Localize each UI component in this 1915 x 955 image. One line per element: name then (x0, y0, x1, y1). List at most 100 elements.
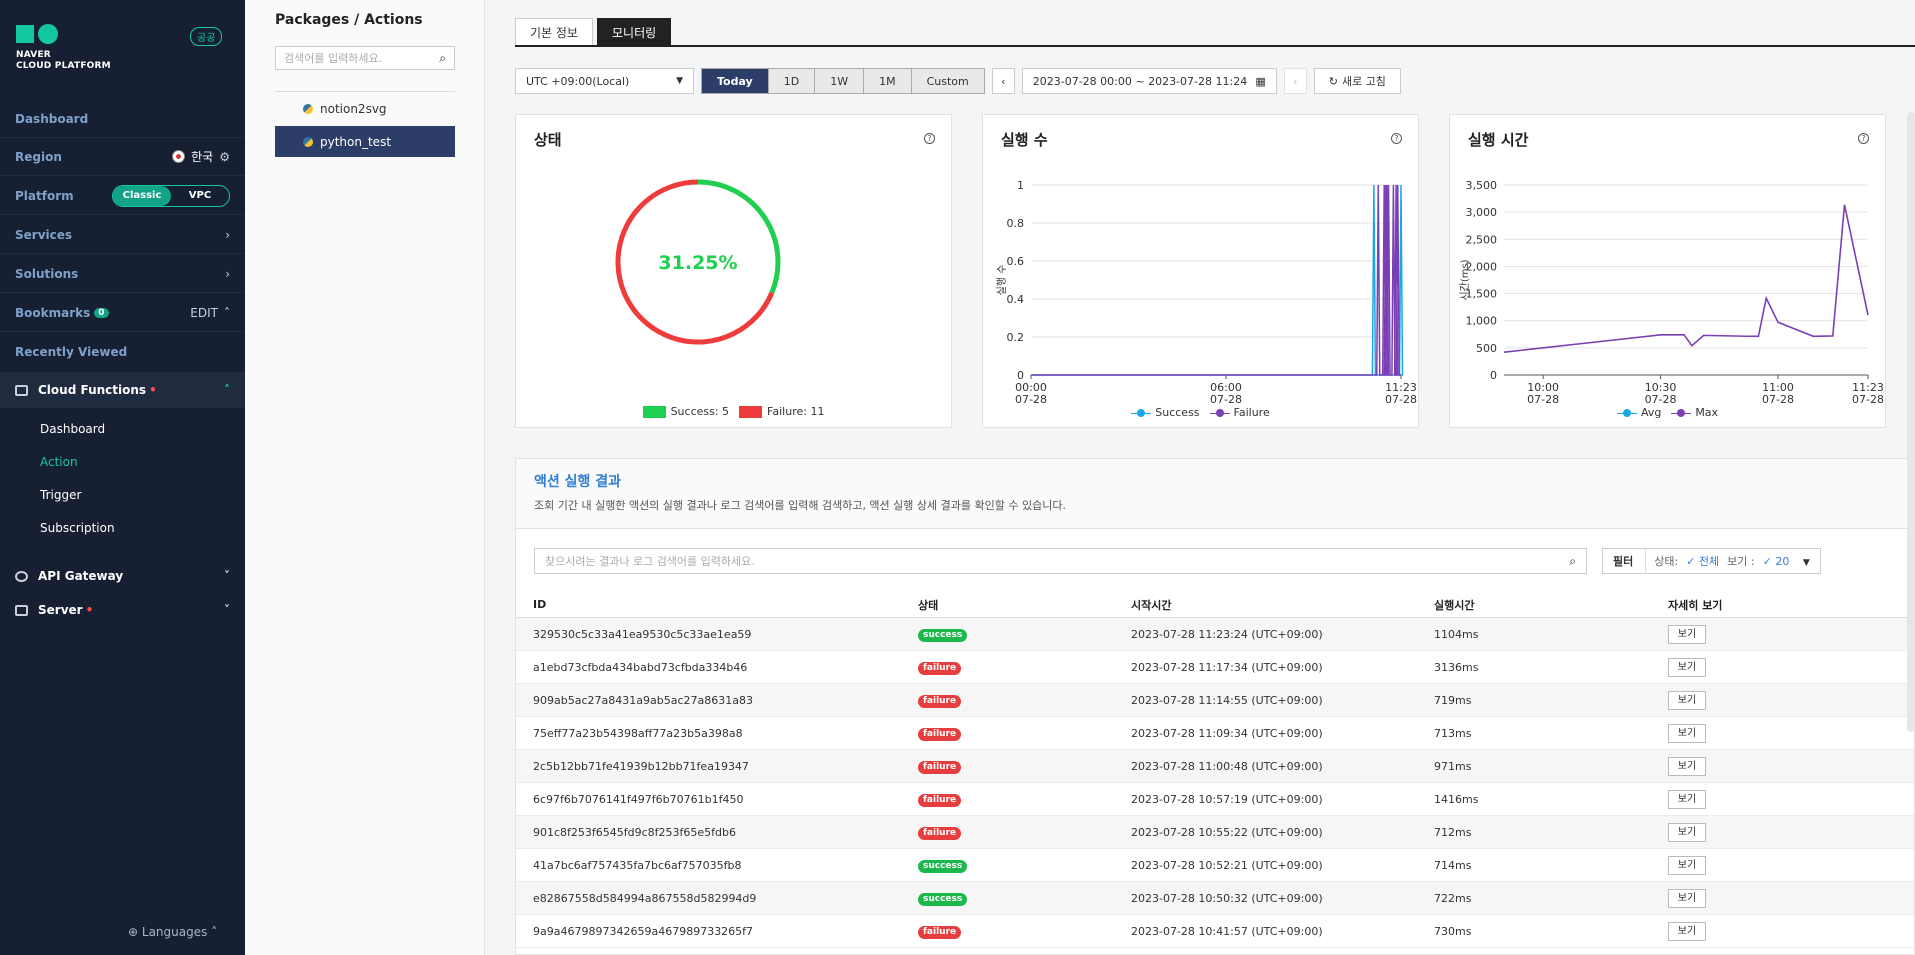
view-detail-button[interactable]: 보기 (1668, 789, 1706, 809)
y-tick-label: 500 (1476, 342, 1497, 355)
nav-bookmarks[interactable]: Bookmarks 0 EDIT ˄ (0, 294, 245, 332)
row-start-time: 2023-07-28 10:55:22 (UTC+09:00) (1131, 825, 1323, 839)
status-filter-label: 상태: (1654, 555, 1679, 568)
y-axis-label: 시간(ms) (1459, 259, 1471, 300)
view-detail-button[interactable]: 보기 (1668, 921, 1706, 941)
table-row[interactable]: 909ab5ac27a8431a9ab5ac27a8631a83 failure 2… (516, 684, 1914, 717)
server-icon (15, 604, 28, 616)
bookmarks-edit[interactable]: EDIT (190, 306, 218, 320)
tab-basic-info[interactable]: 기본 정보 (515, 18, 593, 45)
view-detail-button[interactable]: 보기 (1668, 690, 1706, 710)
nav-services[interactable]: Services › (0, 216, 245, 254)
languages-button[interactable]: ⊕ Languages ˄ (128, 925, 217, 939)
cloud-functions-label: Cloud Functions (38, 383, 147, 397)
legend-max-label: Max (1695, 406, 1719, 419)
view-count-label: 보기 : (1727, 555, 1755, 568)
refresh-button[interactable]: ↻ 새로 고침 (1313, 68, 1401, 94)
table-row[interactable]: 329530c5c33a41ea9530c5c33ae1ea59 success 2… (516, 618, 1914, 651)
recently-viewed-label: Recently Viewed (15, 345, 128, 359)
nav-recently-viewed[interactable]: Recently Viewed (0, 333, 245, 371)
col-status: 상태 (918, 598, 939, 612)
status-filter-select[interactable]: ✓ 전체 (1686, 553, 1719, 569)
view-detail-button[interactable]: 보기 (1668, 888, 1706, 908)
timezone-select[interactable]: UTC +09:00(Local) ▼ (515, 68, 694, 94)
y-tick-label: 1,000 (1466, 315, 1498, 328)
nav-dashboard-label: Dashboard (15, 111, 89, 126)
date-range-field[interactable]: 2023-07-28 00:00 ~ 2023-07-28 11:24 ▦ (1021, 68, 1277, 94)
results-panel: 액션 실행 결과 조회 기간 내 실행한 액션의 실행 결과나 로그 검색어를 … (515, 458, 1915, 955)
platform-classic[interactable]: Classic (113, 185, 171, 206)
filter-group: 필터 상태: ✓ 전체 보기 : ✓ 20 ▼ (1602, 548, 1821, 574)
table-row[interactable]: a1ebd73cfbda434babd73cfbda334b46 failure 2… (516, 651, 1914, 684)
view-detail-button[interactable]: 보기 (1668, 822, 1706, 842)
table-row[interactable]: 901c8f253f6545fd9c8f253f65e5fdb6 failure 2… (516, 816, 1914, 849)
results-header: 액션 실행 결과 조회 기간 내 실행한 액션의 실행 결과나 로그 검색어를 … (516, 459, 1914, 529)
table-row[interactable]: 6c97f6b7076141f497f6b70761b1f450 failure 2… (516, 783, 1914, 816)
view-detail-button[interactable]: 보기 (1668, 657, 1706, 677)
nav-cloud-functions[interactable]: Cloud Functions • ˄ (0, 372, 245, 408)
search-icon[interactable]: ⌕ (439, 51, 446, 66)
nav-server[interactable]: Server • ˅ (0, 593, 245, 627)
view-detail-button[interactable]: 보기 (1668, 855, 1706, 875)
nav-solutions[interactable]: Solutions › (0, 255, 245, 293)
row-duration: 712ms (1434, 825, 1472, 839)
range-custom[interactable]: Custom (910, 69, 984, 93)
row-duration: 971ms (1434, 759, 1472, 773)
platform-toggle[interactable]: Classic VPC (112, 184, 230, 207)
check-icon: ✓ (1762, 554, 1772, 568)
chevron-right-icon: › (225, 266, 230, 281)
row-start-time: 2023-07-28 11:09:34 (UTC+09:00) (1131, 726, 1323, 740)
package-item-python-test[interactable]: python_test (275, 126, 455, 157)
view-detail-button[interactable]: 보기 (1668, 756, 1706, 776)
sub-subscription[interactable]: Subscription (40, 521, 115, 535)
naver-cloud-logo[interactable]: NAVER CLOUD PLATFORM (16, 24, 111, 72)
table-row[interactable]: 9a9a4679897342659a467989733265f7 failure 2… (516, 915, 1914, 948)
tab-monitoring[interactable]: 모니터링 (596, 18, 672, 45)
api-gateway-icon (15, 570, 28, 582)
results-search-input[interactable] (545, 554, 1570, 568)
table-body: 329530c5c33a41ea9530c5c33ae1ea59 success 2… (516, 618, 1914, 948)
legend-marker (1209, 408, 1230, 418)
page-scrollbar[interactable] (1907, 112, 1915, 732)
y-tick-label: 0.6 (1007, 255, 1025, 268)
view-detail-button[interactable]: 보기 (1668, 723, 1706, 743)
range-1w[interactable]: 1W (814, 69, 864, 93)
row-id: e82867558d584994a867558d582994d9 (533, 891, 757, 905)
sub-trigger[interactable]: Trigger (40, 488, 81, 502)
view-count-select[interactable]: ✓ 20 ▼ (1763, 555, 1810, 568)
row-duration: 1104ms (1434, 627, 1479, 641)
table-row[interactable]: e82867558d584994a867558d582994d9 success 2… (516, 882, 1914, 915)
nav-region[interactable]: Region 한국 ⚙ (0, 138, 245, 176)
row-start-time: 2023-07-28 11:17:34 (UTC+09:00) (1131, 660, 1323, 674)
nav-dashboard[interactable]: Dashboard (0, 100, 245, 138)
range-1d[interactable]: 1D (767, 69, 815, 93)
range-1m[interactable]: 1M (863, 69, 911, 93)
platform-vpc[interactable]: VPC (171, 186, 229, 206)
row-status: success (918, 891, 1131, 906)
next-period-button[interactable]: › (1283, 68, 1307, 94)
package-item-notion2svg[interactable]: notion2svg (275, 93, 455, 124)
x-tick-date: 07-28 (1015, 393, 1047, 406)
region-settings-icon[interactable]: ⚙ (219, 150, 230, 164)
table-row[interactable]: 2c5b12bb71fe41939b12bb71fea19347 failure 2… (516, 750, 1914, 783)
search-icon[interactable]: ⌕ (1569, 554, 1576, 569)
filter-label: 필터 (1613, 548, 1647, 574)
sub-dashboard[interactable]: Dashboard (40, 422, 105, 436)
row-id: 901c8f253f6545fd9c8f253f65e5fdb6 (533, 825, 737, 839)
row-start-time: 2023-07-28 11:23:24 (UTC+09:00) (1131, 627, 1323, 641)
chevron-up-icon[interactable]: ˄ (224, 306, 230, 320)
sub-action[interactable]: Action (40, 455, 78, 469)
nav-bookmarks-label: Bookmarks (15, 305, 91, 320)
prev-period-button[interactable]: ‹ (991, 68, 1015, 94)
donut-slice-success (697, 179, 781, 294)
row-detail: 보기 (1668, 921, 1914, 941)
exec-count-card: 실행 수 ? 0 0.2 0.4 0.6 0.8 1 실행 수 00:00 07-28 06:00… (982, 114, 1419, 428)
package-search-input[interactable] (284, 51, 440, 65)
nav-api-gateway[interactable]: API Gateway ˅ (0, 559, 245, 593)
table-row[interactable]: 75eff77a23b54398aff77a23b5a398a8 failure 2… (516, 717, 1914, 750)
view-detail-button[interactable]: 보기 (1668, 624, 1706, 644)
table-row[interactable]: 41a7bc6af757435fa7bc6af757035fb8 success 2… (516, 849, 1914, 882)
range-today[interactable]: Today (702, 69, 768, 93)
logo-mark-icon (16, 24, 111, 44)
status-legend: Success: 5 Failure: 11 (516, 405, 951, 418)
